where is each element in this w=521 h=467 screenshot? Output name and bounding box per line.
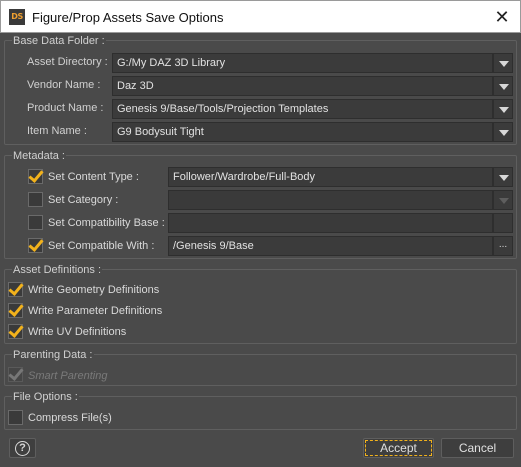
window-title: Figure/Prop Assets Save Options (32, 10, 224, 25)
asset-directory-field[interactable]: G:/My DAZ 3D Library (112, 53, 493, 73)
vendor-name-label: Vendor Name : (27, 79, 101, 91)
help-button[interactable]: ? (9, 438, 36, 458)
category-field (168, 190, 493, 210)
asset-directory-label: Asset Directory : (27, 56, 108, 68)
vendor-name-field[interactable]: Daz 3D (112, 76, 493, 96)
asset-directory-dropdown-icon[interactable] (493, 53, 513, 73)
product-name-dropdown-icon[interactable] (493, 99, 513, 119)
set-compatibility-base-checkbox[interactable] (28, 215, 43, 230)
parenting-data-title: Parenting Data : (12, 349, 94, 361)
set-content-type-label: Set Content Type : (48, 171, 139, 183)
item-name-field[interactable]: G9 Bodysuit Tight (112, 122, 493, 142)
file-options-title: File Options : (12, 391, 79, 403)
cancel-button[interactable]: Cancel (441, 438, 514, 458)
compatible-with-browse-button[interactable]: ... (493, 236, 513, 256)
set-category-label: Set Category : (48, 194, 119, 206)
write-uv-definitions-label: Write UV Definitions (28, 326, 127, 338)
metadata-title: Metadata : (12, 150, 66, 162)
title-bar: DS Figure/Prop Assets Save Options ✕ (0, 0, 521, 33)
content-type-dropdown-icon[interactable] (493, 167, 513, 187)
close-icon[interactable]: ✕ (490, 5, 514, 29)
set-compatible-with-checkbox[interactable] (28, 238, 43, 253)
compatibility-base-field (168, 213, 493, 233)
compatible-with-field[interactable]: /Genesis 9/Base (168, 236, 493, 256)
compatibility-base-button (493, 213, 513, 233)
accept-button[interactable]: Accept (363, 438, 434, 458)
compress-files-label: Compress File(s) (28, 412, 112, 424)
set-content-type-checkbox[interactable] (28, 169, 43, 184)
smart-parenting-checkbox (8, 367, 23, 382)
daz-studio-logo-icon: DS (9, 9, 25, 25)
write-parameter-definitions-label: Write Parameter Definitions (28, 305, 163, 317)
vendor-name-dropdown-icon[interactable] (493, 76, 513, 96)
compress-files-checkbox[interactable] (8, 410, 23, 425)
product-name-label: Product Name : (27, 102, 104, 114)
help-icon: ? (15, 441, 30, 456)
category-dropdown-icon (493, 190, 513, 210)
item-name-dropdown-icon[interactable] (493, 122, 513, 142)
smart-parenting-label: Smart Parenting (28, 370, 108, 382)
write-uv-definitions-checkbox[interactable] (8, 324, 23, 339)
content-type-field[interactable]: Follower/Wardrobe/Full-Body (168, 167, 493, 187)
write-geometry-definitions-label: Write Geometry Definitions (28, 284, 160, 296)
write-parameter-definitions-checkbox[interactable] (8, 303, 23, 318)
set-category-checkbox[interactable] (28, 192, 43, 207)
asset-definitions-title: Asset Definitions : (12, 264, 103, 276)
item-name-label: Item Name : (27, 125, 87, 137)
product-name-field[interactable]: Genesis 9/Base/Tools/Projection Template… (112, 99, 493, 119)
base-data-folder-title: Base Data Folder : (12, 35, 106, 47)
write-geometry-definitions-checkbox[interactable] (8, 282, 23, 297)
set-compatible-with-label: Set Compatible With : (48, 240, 155, 252)
set-compatibility-base-label: Set Compatibility Base : (48, 217, 165, 229)
